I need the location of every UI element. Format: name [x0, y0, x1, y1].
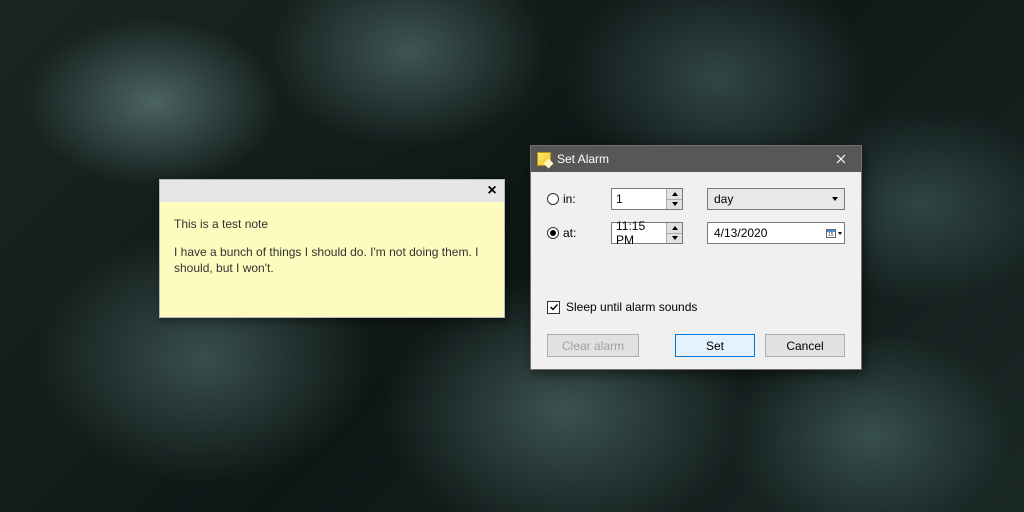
dialog-titlebar[interactable]: Set Alarm — [531, 146, 861, 172]
at-date-input[interactable]: 4/13/2020 — [707, 222, 845, 244]
sleep-checkbox-row: Sleep until alarm sounds — [547, 300, 845, 314]
close-icon[interactable] — [821, 146, 861, 172]
sticky-note-title: This is a test note — [174, 216, 490, 232]
spinner-up-icon[interactable] — [667, 189, 682, 200]
spinner-buttons[interactable] — [666, 223, 682, 243]
in-amount-value: 1 — [612, 192, 666, 206]
alarm-at-row: at: 11:15 PM 4/13/2020 — [547, 222, 845, 244]
sticky-note-window: × This is a test note I have a bunch of … — [159, 179, 505, 318]
set-button[interactable]: Set — [675, 334, 755, 357]
clear-alarm-button[interactable]: Clear alarm — [547, 334, 639, 357]
cancel-button[interactable]: Cancel — [765, 334, 845, 357]
radio-in[interactable] — [547, 193, 559, 205]
calendar-icon[interactable] — [824, 223, 844, 243]
in-amount-input[interactable]: 1 — [611, 188, 683, 210]
radio-at-label: at: — [563, 226, 576, 240]
at-date-value: 4/13/2020 — [708, 226, 824, 240]
sticky-note-titlebar[interactable]: × — [160, 180, 504, 202]
desktop-wallpaper: × This is a test note I have a bunch of … — [0, 0, 1024, 512]
chevron-down-icon[interactable] — [826, 189, 844, 209]
in-unit-value: day — [708, 192, 826, 206]
dialog-button-row: Clear alarm Set Cancel — [547, 334, 845, 357]
sleep-checkbox[interactable] — [547, 301, 560, 314]
in-unit-select[interactable]: day — [707, 188, 845, 210]
close-icon[interactable]: × — [480, 180, 504, 202]
at-time-value: 11:15 PM — [612, 219, 666, 247]
sticky-note-body[interactable]: This is a test note I have a bunch of th… — [160, 202, 504, 317]
at-time-input[interactable]: 11:15 PM — [611, 222, 683, 244]
sticky-app-icon — [537, 152, 551, 166]
radio-in-label: in: — [563, 192, 576, 206]
set-alarm-dialog: Set Alarm in: 1 — [530, 145, 862, 370]
dialog-title: Set Alarm — [557, 152, 821, 166]
spinner-down-icon[interactable] — [667, 234, 682, 244]
spinner-up-icon[interactable] — [667, 223, 682, 234]
spinner-down-icon[interactable] — [667, 200, 682, 210]
alarm-in-row: in: 1 day — [547, 188, 845, 210]
radio-at[interactable] — [547, 227, 559, 239]
dialog-body: in: 1 day at: — [531, 172, 861, 369]
spinner-buttons[interactable] — [666, 189, 682, 209]
sticky-note-text: I have a bunch of things I should do. I'… — [174, 244, 490, 276]
sleep-checkbox-label: Sleep until alarm sounds — [566, 300, 697, 314]
